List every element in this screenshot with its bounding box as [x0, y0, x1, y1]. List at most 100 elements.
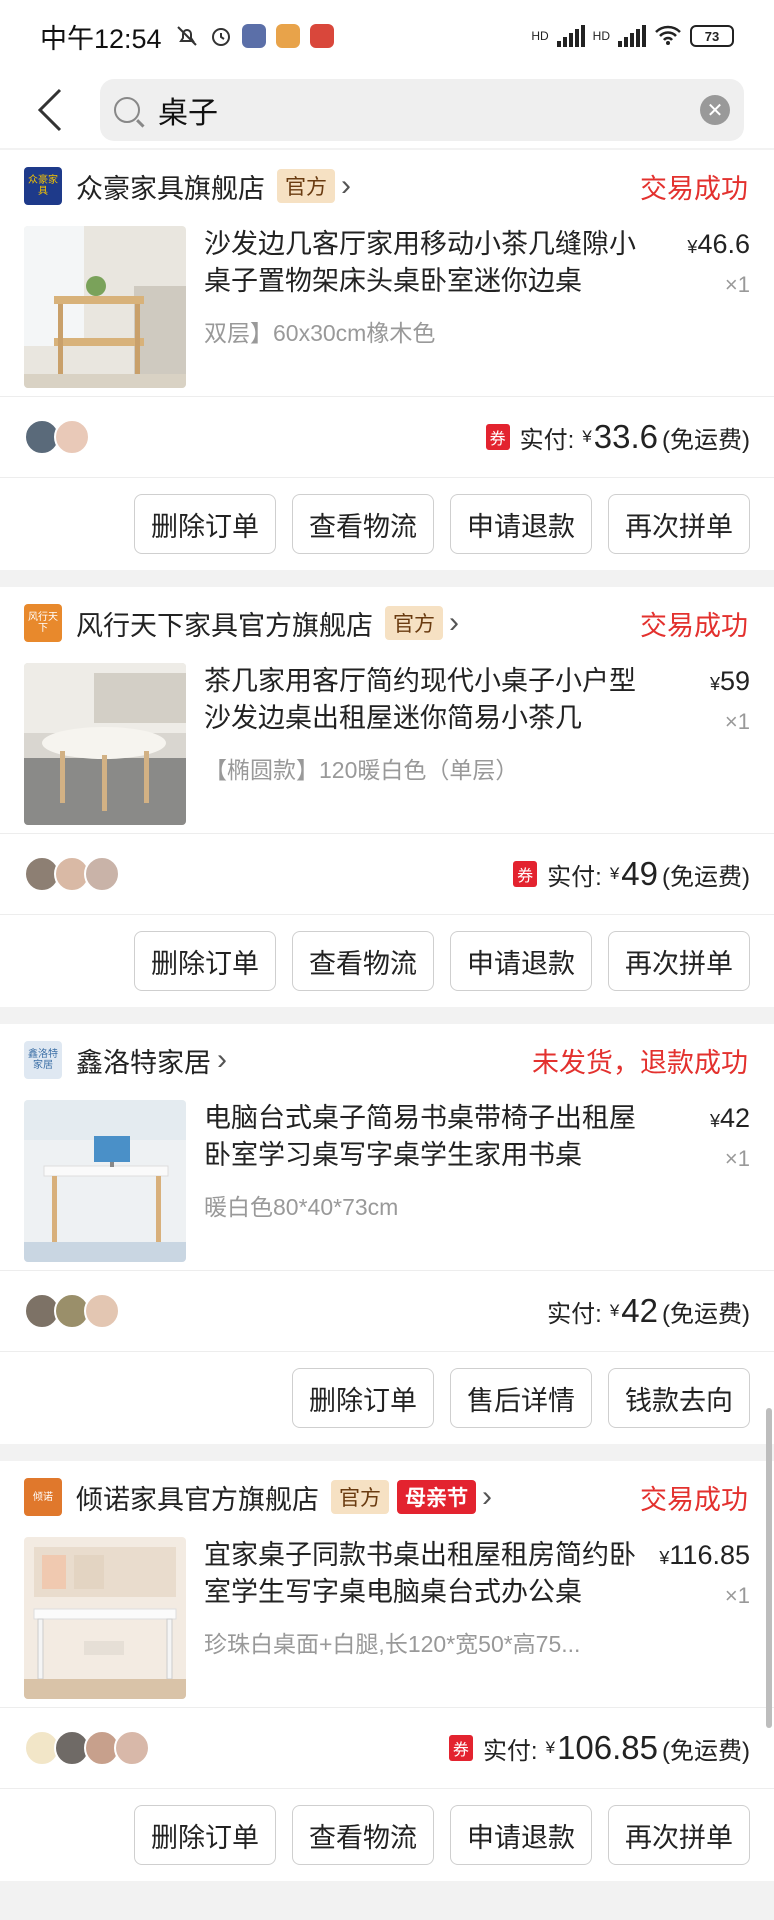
reorder-button[interactable]: 再次拼单 [608, 494, 750, 554]
chevron-right-icon[interactable]: › [449, 606, 459, 640]
delete-order-button[interactable]: 删除订单 [292, 1368, 434, 1428]
view-logistics-button[interactable]: 查看物流 [292, 1805, 434, 1865]
currency-symbol: ¥ [609, 1301, 620, 1320]
product-title: 沙发边几客厅家用移动小茶几缝隙小桌子置物架床头桌卧室迷你边桌 [204, 229, 636, 296]
search-icon [114, 97, 140, 123]
shop-name[interactable]: 倾诺家具官方旗舰店 [76, 1478, 319, 1517]
payment-row: 券 实付: ¥ 49 (免运费) [0, 834, 774, 914]
quantity: ×1 [724, 1146, 750, 1171]
unit-price: ¥116.85 [659, 1540, 750, 1570]
refund-destination-button[interactable]: 钱款去向 [608, 1368, 750, 1428]
search-header: ✕ [0, 72, 774, 148]
avatar [84, 1293, 120, 1329]
official-badge: 官方 [385, 606, 443, 640]
shop-logo: 风行天下 [24, 604, 62, 642]
quantity: ×1 [724, 709, 750, 734]
currency-symbol: ¥ [545, 1738, 556, 1757]
clear-icon[interactable]: ✕ [700, 95, 730, 125]
order-status: 未发货，退款成功 [532, 1047, 748, 1078]
group-avatars[interactable] [24, 856, 120, 892]
product-row[interactable]: 电脑台式桌子简易书桌带椅子出租屋卧室学习桌写字桌学生家用书桌 暖白色80*40*… [0, 1096, 774, 1270]
product-image[interactable] [24, 226, 186, 388]
battery-icon: 73 [690, 25, 734, 47]
order-card: 风行天下 风行天下家具官方旗舰店 官方 › 交易成功 茶几家用客厅简约现代小桌子… [0, 587, 774, 1007]
paid-label: 实付: [547, 863, 602, 891]
shop-row[interactable]: 风行天下 风行天下家具官方旗舰店 官方 › 交易成功 [0, 587, 774, 659]
shop-row[interactable]: 众豪家具 众豪家具旗舰店 官方 › 交易成功 [0, 150, 774, 222]
quantity: ×1 [724, 1583, 750, 1608]
action-buttons: 删除订单 查看物流 申请退款 再次拼单 [0, 478, 774, 570]
unit-price: ¥59 [709, 666, 750, 696]
avatar [84, 856, 120, 892]
coupon-badge: 券 [448, 1735, 473, 1761]
paid-amount: 42 [621, 1292, 659, 1329]
status-bar: 中午12:54 HD HD 73 [0, 0, 774, 72]
shop-row[interactable]: 倾诺 倾诺家具官方旗舰店 官方 母亲节 › 交易成功 [0, 1461, 774, 1533]
delete-order-button[interactable]: 删除订单 [134, 1805, 276, 1865]
request-refund-button[interactable]: 申请退款 [450, 1805, 592, 1865]
search-input[interactable] [158, 93, 700, 127]
paid-label: 实付: [519, 426, 575, 454]
official-badge: 官方 [331, 1480, 389, 1514]
delete-order-button[interactable]: 删除订单 [134, 931, 276, 991]
shop-name[interactable]: 众豪家具旗舰店 [76, 167, 265, 206]
avatar [114, 1730, 150, 1766]
shop-name[interactable]: 鑫洛特家居 [76, 1041, 211, 1080]
chevron-right-icon[interactable]: › [341, 169, 351, 203]
payment-row: 实付: ¥ 42 (免运费) [0, 1271, 774, 1351]
product-image[interactable] [24, 1537, 186, 1699]
status-time: 中午12:54 [40, 23, 162, 54]
paid-amount: 106.85 [557, 1729, 659, 1766]
signal-icon [556, 25, 585, 47]
product-image[interactable] [24, 663, 186, 825]
coupon-badge: 券 [513, 861, 538, 887]
network-label: HD [592, 29, 610, 43]
paid-amount: 49 [621, 855, 659, 892]
order-status: 交易成功 [640, 610, 748, 641]
request-refund-button[interactable]: 申请退款 [450, 494, 592, 554]
product-row[interactable]: 宜家桌子同款书桌出租屋租房简约卧室学生写字桌电脑桌台式办公桌 珍珠白桌面+白腿,… [0, 1533, 774, 1707]
paid-label: 实付: [547, 1300, 602, 1328]
view-logistics-button[interactable]: 查看物流 [292, 494, 434, 554]
order-card: 鑫洛特家居 鑫洛特家居 › 未发货，退款成功 电脑台式桌子简易书桌带椅子出租屋卧… [0, 1024, 774, 1444]
search-box[interactable]: ✕ [100, 79, 744, 141]
group-avatars[interactable] [24, 419, 90, 455]
request-refund-button[interactable]: 申请退款 [450, 931, 592, 991]
back-arrow-icon [37, 88, 62, 132]
product-title: 电脑台式桌子简易书桌带椅子出租屋卧室学习桌写字桌学生家用书桌 [204, 1103, 636, 1170]
scrollbar[interactable] [766, 1408, 772, 1728]
mute-bell-icon [174, 23, 200, 49]
shipping-note: (免运费) [662, 1737, 750, 1765]
chevron-right-icon[interactable]: › [217, 1043, 227, 1077]
order-status: 交易成功 [640, 1484, 748, 1515]
order-card: 众豪家具 众豪家具旗舰店 官方 › 交易成功 沙发边几客厅家用移动小茶几缝隙小桌… [0, 150, 774, 570]
back-button[interactable] [20, 79, 82, 141]
unit-price: ¥42 [709, 1103, 750, 1133]
product-row[interactable]: 茶几家用客厅简约现代小桌子小户型沙发边桌出租屋迷你简易小茶几 【椭圆款】120暖… [0, 659, 774, 833]
chevron-right-icon[interactable]: › [482, 1480, 492, 1514]
avatar [54, 419, 90, 455]
unit-price: ¥46.6 [687, 229, 750, 259]
wifi-icon [654, 24, 682, 49]
after-sale-details-button[interactable]: 售后详情 [450, 1368, 592, 1428]
product-spec: 【椭圆款】120暖白色（单层） [204, 757, 519, 783]
view-logistics-button[interactable]: 查看物流 [292, 931, 434, 991]
product-spec: 暖白色80*40*73cm [204, 1194, 399, 1220]
currency-symbol: ¥ [609, 864, 620, 883]
shipping-note: (免运费) [662, 426, 750, 454]
payment-row: 券 实付: ¥ 106.85 (免运费) [0, 1708, 774, 1788]
app-notification-icon [241, 24, 266, 48]
product-row[interactable]: 沙发边几客厅家用移动小茶几缝隙小桌子置物架床头桌卧室迷你边桌 双层】60x30c… [0, 222, 774, 396]
shipping-note: (免运费) [662, 1300, 750, 1328]
reorder-button[interactable]: 再次拼单 [608, 931, 750, 991]
action-buttons: 删除订单 售后详情 钱款去向 [0, 1352, 774, 1444]
product-image[interactable] [24, 1100, 186, 1262]
group-avatars[interactable] [24, 1730, 150, 1766]
paid-amount: 33.6 [593, 418, 659, 455]
shop-row[interactable]: 鑫洛特家居 鑫洛特家居 › 未发货，退款成功 [0, 1024, 774, 1096]
group-avatars[interactable] [24, 1293, 120, 1329]
shop-name[interactable]: 风行天下家具官方旗舰店 [76, 604, 373, 643]
alarm-clock-icon [208, 23, 234, 49]
reorder-button[interactable]: 再次拼单 [608, 1805, 750, 1865]
delete-order-button[interactable]: 删除订单 [134, 494, 276, 554]
